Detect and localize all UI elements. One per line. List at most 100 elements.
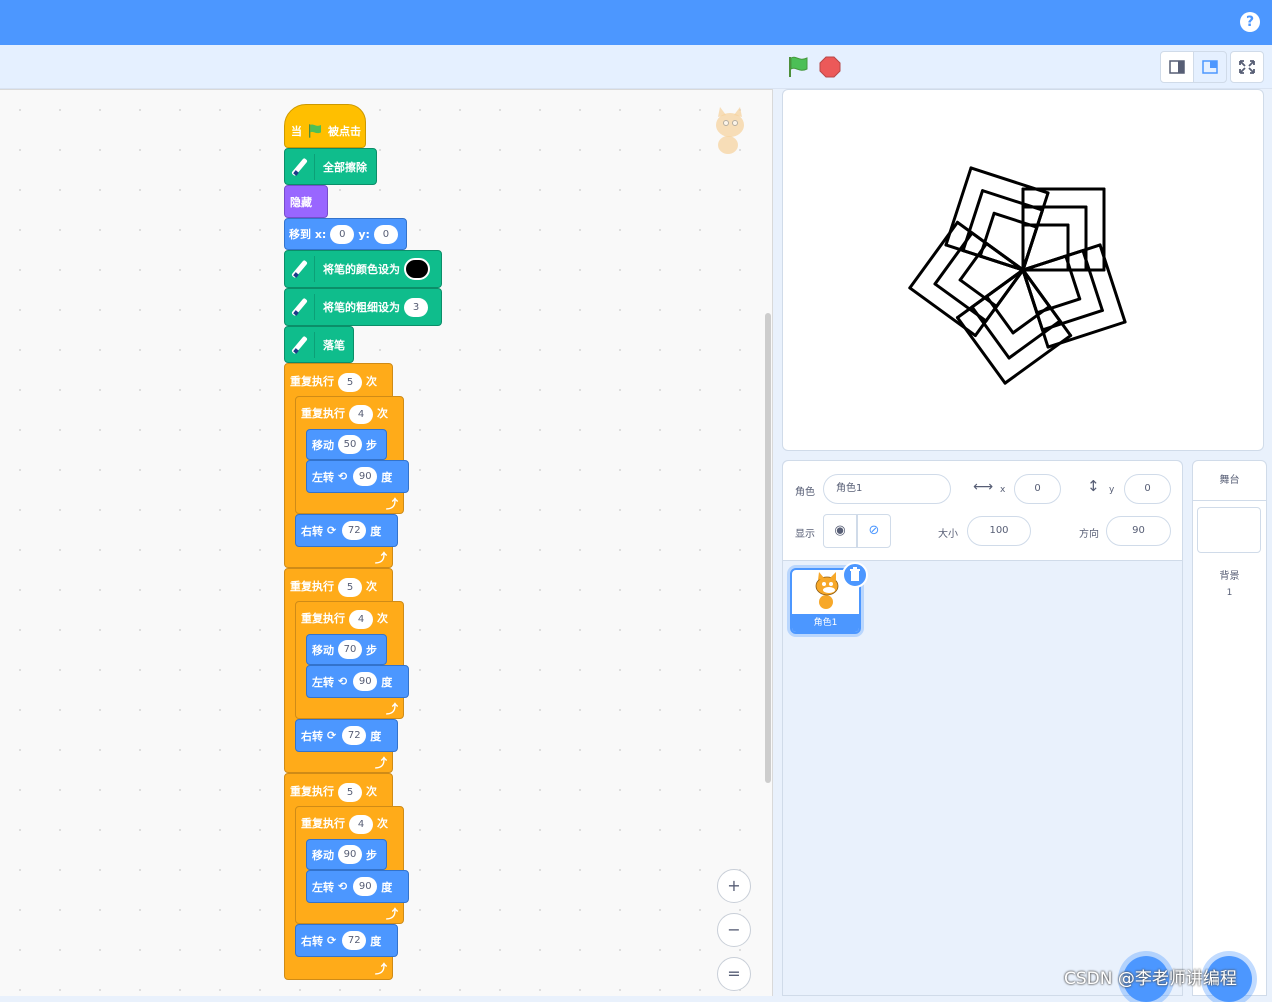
pen-size-label: 将笔的粗细设为 bbox=[323, 301, 400, 314]
pen-size-input[interactable]: 3 bbox=[404, 297, 428, 317]
move-steps-input[interactable]: 70 bbox=[338, 640, 362, 659]
backdrop-count: 1 bbox=[1226, 588, 1233, 598]
rotate-left-icon: ⟲ bbox=[338, 675, 348, 688]
repeat-times-input[interactable]: 4 bbox=[349, 815, 373, 834]
green-flag-icon[interactable] bbox=[786, 55, 810, 79]
zoom-in-button[interactable]: + bbox=[717, 869, 751, 903]
fullscreen-button[interactable] bbox=[1230, 51, 1264, 83]
repeat-times-input[interactable]: 4 bbox=[349, 405, 373, 424]
zoom-out-button[interactable]: − bbox=[717, 913, 751, 947]
turn-right-block[interactable]: 右转 ⟳ 72 度 bbox=[295, 719, 398, 752]
show-visible-button[interactable]: ◉ bbox=[823, 514, 857, 548]
y-arrows-icon: ↕ bbox=[1087, 477, 1100, 495]
when-flag-clicked-block[interactable]: 当 被点击 bbox=[284, 104, 366, 148]
hat-prefix: 当 bbox=[291, 125, 302, 138]
loop-arrow-icon: ⤴ bbox=[375, 962, 388, 976]
code-scrollbar[interactable] bbox=[765, 313, 771, 783]
deg-suffix: 度 bbox=[370, 934, 382, 948]
goto-y-label: y: bbox=[358, 227, 370, 241]
small-stage-icon bbox=[1169, 60, 1185, 74]
repeat-times-input[interactable]: 5 bbox=[338, 578, 362, 597]
small-stage-button[interactable] bbox=[1160, 51, 1194, 83]
move-steps-block[interactable]: 移动 50 步 bbox=[306, 429, 387, 460]
normal-stage-button[interactable] bbox=[1193, 51, 1227, 83]
turn-left-input[interactable]: 90 bbox=[353, 877, 378, 896]
eye-hidden-icon: ⊘ bbox=[868, 523, 880, 538]
sprite-name-input[interactable]: 角色1 bbox=[823, 474, 951, 504]
clear-block[interactable]: 全部擦除 bbox=[284, 148, 377, 185]
repeat-label: 重复执行 bbox=[301, 612, 345, 625]
pen-icon bbox=[289, 256, 315, 282]
size-label: 大小 bbox=[938, 529, 958, 540]
pen-color-swatch[interactable] bbox=[404, 258, 430, 280]
repeat-suffix: 次 bbox=[377, 612, 388, 625]
loop-arrow-icon: ⤴ bbox=[386, 907, 399, 921]
sprite-name-label: 角色 bbox=[795, 487, 815, 498]
backdrop-label: 背景 bbox=[1219, 571, 1240, 582]
show-hidden-button[interactable]: ⊘ bbox=[857, 514, 891, 548]
direction-input[interactable]: 90 bbox=[1106, 516, 1171, 546]
clear-label: 全部擦除 bbox=[323, 160, 367, 174]
deg-suffix: 度 bbox=[381, 470, 393, 484]
move-label: 移动 bbox=[312, 848, 334, 862]
turn-right-label: 右转 bbox=[301, 934, 323, 948]
size-input[interactable]: 100 bbox=[967, 516, 1031, 546]
delete-sprite-button[interactable] bbox=[842, 562, 868, 588]
deg-suffix: 度 bbox=[370, 729, 382, 743]
hide-block[interactable]: 隐藏 bbox=[284, 185, 328, 218]
deg-suffix: 度 bbox=[381, 880, 393, 894]
pen-stroke bbox=[961, 189, 985, 253]
sprite-watermark-icon bbox=[716, 107, 744, 154]
repeat-label: 重复执行 bbox=[301, 407, 345, 420]
pen-down-label: 落笔 bbox=[323, 338, 345, 352]
stage-drawing bbox=[908, 166, 1127, 385]
sprite-pane: 角色 角色1 ⟷ x 0 ↕ y 0 显示 ◉ ⊘ 大小 100 方向 90 bbox=[782, 460, 1183, 996]
turn-right-block[interactable]: 右转 ⟳ 72 度 bbox=[295, 924, 398, 957]
turn-left-block[interactable]: 左转 ⟲ 90 度 bbox=[306, 460, 409, 493]
move-steps-input[interactable]: 50 bbox=[338, 435, 362, 454]
move-steps-block[interactable]: 移动 90 步 bbox=[306, 839, 387, 870]
pen-stroke bbox=[981, 189, 1044, 212]
set-pen-size-block[interactable]: 将笔的粗细设为 3 bbox=[284, 288, 442, 326]
goto-x-input[interactable]: 0 bbox=[330, 224, 355, 244]
turn-left-input[interactable]: 90 bbox=[353, 467, 378, 486]
move-label: 移动 bbox=[312, 643, 334, 657]
goto-y-input[interactable]: 0 bbox=[373, 224, 398, 244]
turn-right-input[interactable]: 72 bbox=[342, 726, 367, 745]
rotate-left-icon: ⟲ bbox=[338, 880, 348, 893]
x-input[interactable]: 0 bbox=[1014, 474, 1061, 504]
turn-left-label: 左转 bbox=[312, 880, 334, 894]
stage-selector[interactable]: 舞台 背景 1 bbox=[1192, 460, 1267, 996]
zoom-reset-icon: = bbox=[727, 964, 741, 983]
backdrop-thumbnail[interactable] bbox=[1197, 507, 1261, 553]
pen-icon bbox=[289, 294, 315, 320]
stage-canvas[interactable] bbox=[782, 89, 1264, 451]
turn-left-input[interactable]: 90 bbox=[353, 672, 378, 691]
repeat-times-input[interactable]: 5 bbox=[338, 783, 362, 802]
repeat-times-input[interactable]: 4 bbox=[349, 610, 373, 629]
repeat-suffix: 次 bbox=[366, 375, 377, 388]
move-label: 移动 bbox=[312, 438, 334, 452]
help-icon[interactable]: ? bbox=[1240, 12, 1260, 32]
pen-stroke bbox=[1081, 249, 1104, 312]
set-pen-color-block[interactable]: 将笔的颜色设为 bbox=[284, 250, 442, 288]
pen-down-block[interactable]: 落笔 bbox=[284, 326, 354, 363]
stop-icon[interactable] bbox=[819, 56, 841, 78]
pen-stroke bbox=[992, 211, 1039, 229]
move-steps-block[interactable]: 移动 70 步 bbox=[306, 634, 387, 665]
repeat-times-input[interactable]: 5 bbox=[338, 373, 362, 392]
turn-left-block[interactable]: 左转 ⟲ 90 度 bbox=[306, 665, 409, 698]
y-input[interactable]: 0 bbox=[1124, 474, 1171, 504]
zoom-reset-button[interactable]: = bbox=[717, 957, 751, 991]
move-steps-input[interactable]: 90 bbox=[338, 845, 362, 864]
goto-xy-block[interactable]: 移到 x: 0 y: 0 bbox=[284, 218, 407, 250]
steps-suffix: 步 bbox=[366, 643, 377, 657]
turn-right-input[interactable]: 72 bbox=[342, 521, 367, 540]
pen-stroke bbox=[973, 268, 1025, 338]
pen-color-label: 将笔的颜色设为 bbox=[323, 263, 400, 276]
deg-suffix: 度 bbox=[370, 524, 382, 538]
turn-right-block[interactable]: 右转 ⟳ 72 度 bbox=[295, 514, 398, 547]
turn-left-block[interactable]: 左转 ⟲ 90 度 bbox=[306, 870, 409, 903]
hat-suffix: 被点击 bbox=[328, 125, 361, 138]
turn-right-input[interactable]: 72 bbox=[342, 931, 367, 950]
